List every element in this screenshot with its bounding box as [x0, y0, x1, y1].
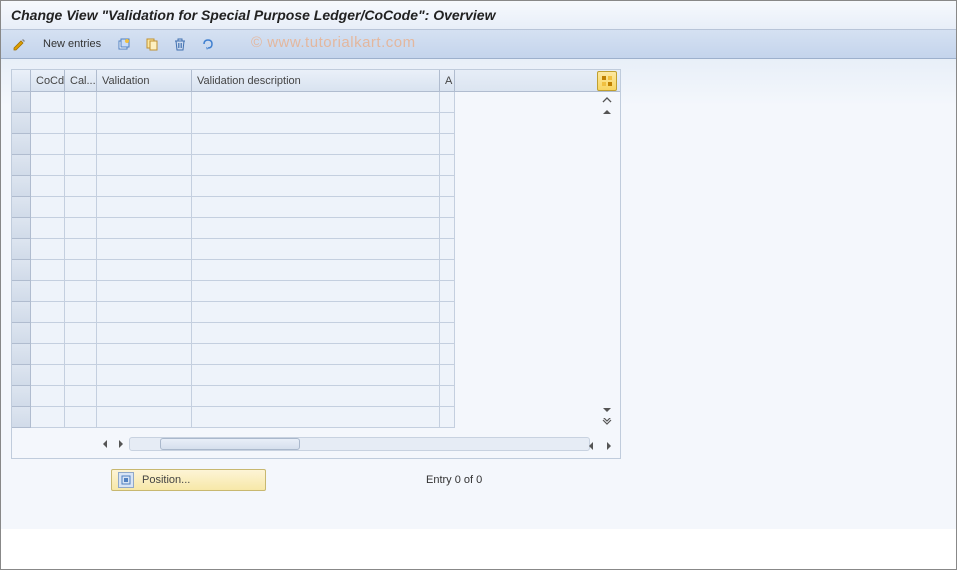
table-row[interactable]	[12, 176, 620, 197]
col-cocd[interactable]: CoCd	[31, 70, 65, 91]
position-button[interactable]: Position...	[111, 469, 266, 491]
table-row[interactable]	[12, 113, 620, 134]
scroll-right2-icon[interactable]	[601, 438, 617, 454]
col-selector[interactable]	[12, 70, 31, 91]
footer: Position... Entry 0 of 0	[1, 461, 956, 499]
position-label: Position...	[142, 474, 190, 486]
vertical-scroll	[597, 94, 617, 428]
col-desc[interactable]: Validation description	[192, 70, 440, 91]
scroll-right-icon[interactable]	[113, 436, 129, 452]
new-entries-button[interactable]: New entries	[37, 36, 107, 52]
table-row[interactable]	[12, 155, 620, 176]
table-row[interactable]	[12, 134, 620, 155]
entry-count: Entry 0 of 0	[426, 474, 482, 486]
scroll-left2-icon[interactable]	[583, 438, 599, 454]
scroll-top-icon[interactable]	[600, 94, 614, 106]
copy-icon[interactable]	[141, 34, 163, 54]
col-validation[interactable]: Validation	[97, 70, 192, 91]
table-body	[12, 92, 620, 430]
table-row[interactable]	[12, 302, 620, 323]
page-title: Change View "Validation for Special Purp…	[11, 7, 946, 23]
change-icon[interactable]	[9, 34, 31, 54]
scroll-track[interactable]	[129, 437, 590, 451]
scroll-left-icon[interactable]	[97, 436, 113, 452]
table-row[interactable]	[12, 344, 620, 365]
watermark-text: © www.tutorialkart.com	[251, 34, 416, 51]
table-row[interactable]	[12, 218, 620, 239]
table-row[interactable]	[12, 407, 620, 428]
main-panel: CoCd Cal... Validation Validation descri…	[1, 59, 956, 529]
table-header: CoCd Cal... Validation Validation descri…	[12, 70, 620, 92]
table-row[interactable]	[12, 239, 620, 260]
undo-icon[interactable]	[197, 34, 219, 54]
table-row[interactable]	[12, 92, 620, 113]
scroll-down-icon[interactable]	[600, 404, 614, 416]
table-row[interactable]	[12, 260, 620, 281]
table-row[interactable]	[12, 386, 620, 407]
col-cal[interactable]: Cal...	[65, 70, 97, 91]
table-row[interactable]	[12, 323, 620, 344]
table-row[interactable]	[12, 281, 620, 302]
scroll-up-icon[interactable]	[600, 106, 614, 118]
table-row[interactable]	[12, 197, 620, 218]
delete-icon[interactable]	[169, 34, 191, 54]
table-settings-icon[interactable]	[597, 71, 617, 91]
horizontal-scroll	[97, 434, 590, 454]
scroll-bottom-icon[interactable]	[600, 416, 614, 428]
table-panel: CoCd Cal... Validation Validation descri…	[11, 69, 621, 459]
col-a[interactable]: A	[440, 70, 455, 91]
table-row[interactable]	[12, 365, 620, 386]
toolbar: New entries © www.tutorialkart.com	[1, 30, 956, 59]
copy-as-icon[interactable]	[113, 34, 135, 54]
scroll-thumb[interactable]	[160, 438, 300, 450]
position-icon	[118, 472, 134, 488]
